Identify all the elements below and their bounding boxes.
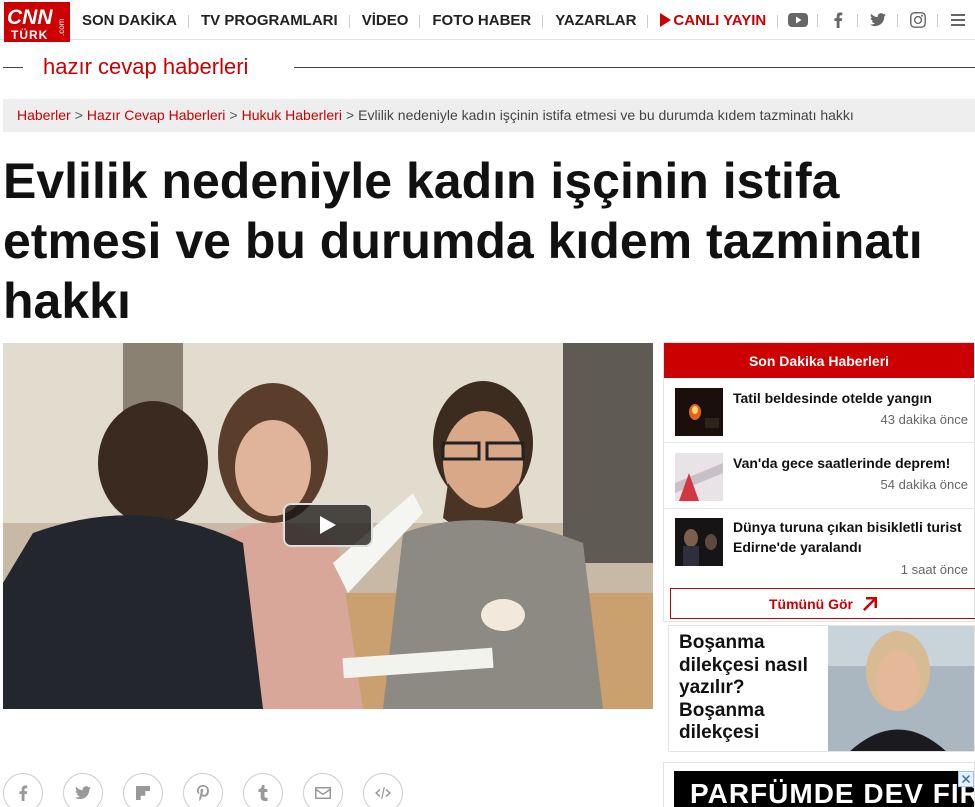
breadcrumb-separator: > bbox=[74, 107, 83, 123]
ad-close-icon[interactable] bbox=[958, 771, 974, 787]
cnnturk-logo[interactable]: CNN TÜRK .com bbox=[4, 2, 70, 42]
divider-line bbox=[294, 67, 975, 68]
breaking-news-item[interactable]: Dünya turuna çıkan bisikletli turist Edi… bbox=[664, 510, 975, 583]
see-all-button[interactable]: Tümünü Gör bbox=[670, 588, 975, 619]
svg-text:.com: .com bbox=[57, 18, 66, 36]
share-facebook-icon[interactable] bbox=[3, 773, 43, 807]
news-time: 54 dakika önce bbox=[880, 477, 968, 492]
nav-canli-yayin[interactable]: CANLI YAYIN bbox=[648, 11, 779, 29]
related-article-title: Boşanma dilekçesi nasıl yazılır? Boşanma… bbox=[679, 632, 808, 743]
article-headline: Evlilik nedeniyle kadın işçinin istifa e… bbox=[3, 153, 923, 329]
arrow-up-right-icon bbox=[863, 596, 877, 611]
nav-tv-programlari[interactable]: TV PROGRAMLARI bbox=[189, 12, 350, 29]
nav-video[interactable]: VİDEO bbox=[350, 12, 421, 29]
youtube-icon[interactable] bbox=[778, 0, 819, 40]
article-video[interactable] bbox=[3, 343, 653, 709]
menu-icon[interactable] bbox=[938, 0, 975, 40]
breadcrumb-link-hukuk[interactable]: Hukuk Haberleri bbox=[242, 107, 342, 123]
video-play-button[interactable] bbox=[283, 503, 373, 547]
svg-text:CNN: CNN bbox=[7, 6, 53, 29]
news-time: 43 dakika önce bbox=[880, 412, 968, 427]
share-pinterest-icon[interactable] bbox=[183, 773, 223, 807]
news-thumbnail bbox=[675, 388, 723, 436]
breaking-news-box: Son Dakika Haberleri Tatil beldesinde ot… bbox=[663, 342, 975, 622]
share-tumblr-icon[interactable] bbox=[243, 773, 283, 807]
breadcrumb-current: Evlilik nedeniyle kadın işçinin istifa e… bbox=[358, 107, 854, 123]
breaking-news-item[interactable]: Van'da gece saatlerinde deprem! 54 dakik… bbox=[664, 444, 975, 509]
ad-banner-text: PARFÜMDE DEV FIRSAT bbox=[674, 771, 974, 807]
news-thumbnail bbox=[675, 518, 723, 566]
play-icon bbox=[320, 516, 336, 534]
breaking-news-item[interactable]: Tatil beldesinde otelde yangın 43 dakika… bbox=[664, 379, 975, 443]
news-thumbnail bbox=[675, 453, 723, 501]
news-time: 1 saat önce bbox=[900, 562, 968, 577]
instagram-icon[interactable] bbox=[898, 0, 939, 40]
breadcrumb-link-hazir-cevap[interactable]: Hazır Cevap Haberleri bbox=[87, 107, 226, 123]
section-title: hazır cevap haberleri bbox=[0, 54, 975, 82]
breaking-news-header[interactable]: Son Dakika Haberleri bbox=[664, 343, 974, 378]
top-nav: CNN TÜRK .com SON DAKİKA TV PROGRAMLARI … bbox=[0, 0, 975, 42]
breadcrumb-separator: > bbox=[345, 107, 355, 123]
play-icon bbox=[660, 12, 672, 27]
svg-text:TÜRK: TÜRK bbox=[11, 27, 48, 42]
breadcrumb-link-haberler[interactable]: Haberler bbox=[17, 107, 71, 123]
section-title-text[interactable]: hazır cevap haberleri bbox=[43, 54, 248, 80]
share-mail-icon[interactable] bbox=[303, 773, 343, 807]
share-embed-icon[interactable] bbox=[363, 773, 403, 807]
see-all-label: Tümünü Gör bbox=[769, 595, 853, 612]
news-title: Tatil beldesinde otelde yangın bbox=[733, 390, 932, 406]
nav-yazarlar[interactable]: YAZARLAR bbox=[543, 12, 649, 29]
live-label: CANLI YAYIN bbox=[673, 11, 767, 29]
divider-line bbox=[3, 67, 23, 68]
related-article-image bbox=[828, 626, 974, 751]
news-title: Van'da gece saatlerinde deprem! bbox=[733, 455, 951, 471]
related-article-card[interactable]: Boşanma dilekçesi nasıl yazılır? Boşanma… bbox=[668, 625, 975, 752]
nav-menu: SON DAKİKA TV PROGRAMLARI VİDEO FOTO HAB… bbox=[70, 0, 975, 40]
news-title: Dünya turuna çıkan bisikletli turist Edi… bbox=[733, 519, 962, 555]
breadcrumb: Haberler > Hazır Cevap Haberleri > Hukuk Hab… bbox=[3, 99, 975, 132]
facebook-icon[interactable] bbox=[818, 0, 859, 40]
twitter-icon[interactable] bbox=[858, 0, 899, 40]
share-bar bbox=[3, 773, 423, 807]
share-twitter-icon[interactable] bbox=[63, 773, 103, 807]
nav-foto-haber[interactable]: FOTO HABER bbox=[420, 12, 544, 29]
advertisement[interactable]: PARFÜMDE DEV FIRSAT bbox=[663, 762, 975, 807]
breadcrumb-separator: > bbox=[229, 107, 238, 123]
nav-son-dakika[interactable]: SON DAKİKA bbox=[70, 12, 190, 29]
share-flipboard-icon[interactable] bbox=[123, 773, 163, 807]
